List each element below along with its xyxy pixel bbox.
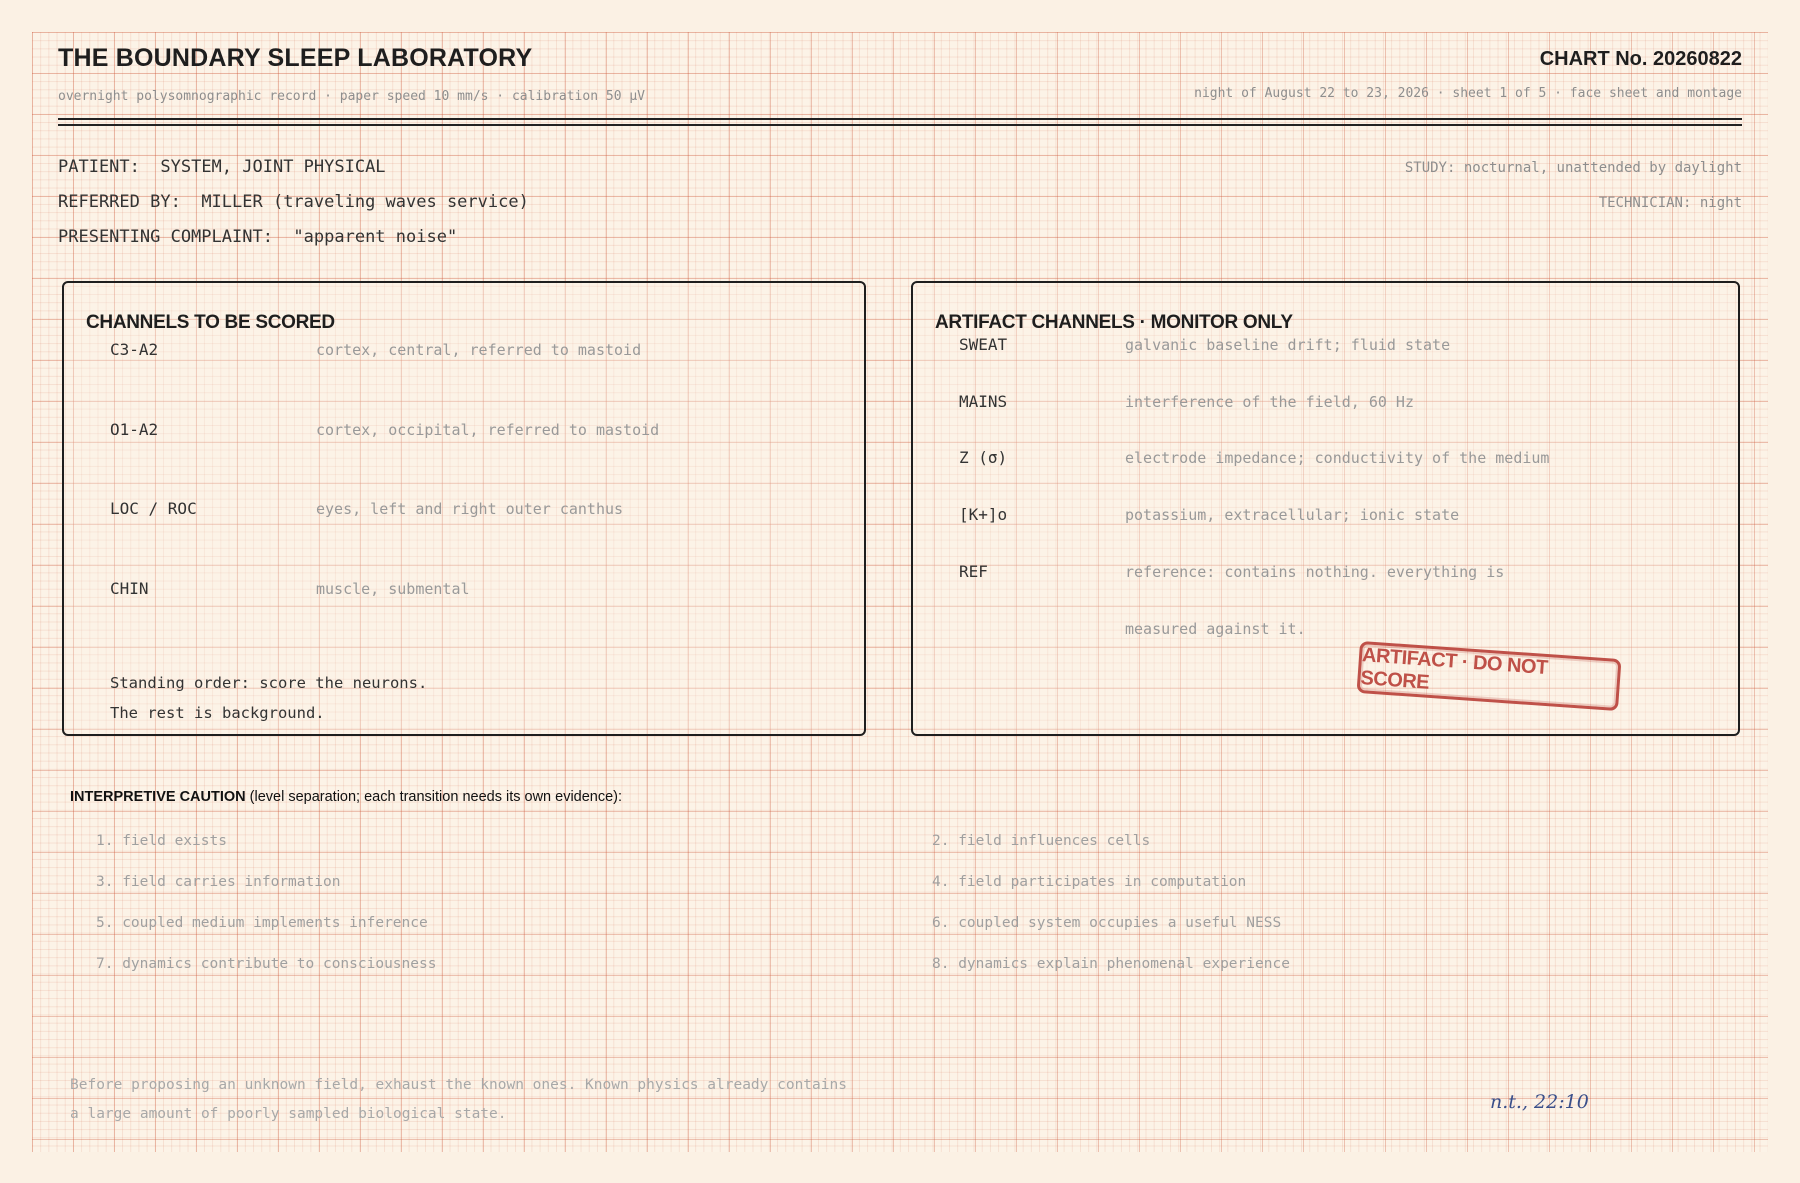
channel-desc: galvanic baseline drift; fluid state <box>1125 336 1451 354</box>
artifact-box-title: ARTIFACT CHANNELS · MONITOR ONLY <box>935 312 1293 333</box>
channel-desc-continuation: measured against it. <box>1125 620 1306 638</box>
caution-heading-bold: INTERPRETIVE CAUTION <box>70 789 246 805</box>
complaint-line: PRESENTING COMPLAINT: "apparent noise" <box>58 227 457 247</box>
complaint-label: PRESENTING COMPLAINT: <box>58 227 273 247</box>
caution-item: 5. coupled medium implements inference <box>96 915 428 931</box>
channel-desc: reference: contains nothing. everything … <box>1125 563 1505 581</box>
channel-desc: interference of the field, 60 Hz <box>1125 393 1414 411</box>
technician-info: TECHNICIAN: night <box>1598 195 1742 211</box>
scored-box-title: CHANNELS TO BE SCORED <box>86 312 335 333</box>
header-rule-top <box>58 118 1742 120</box>
channel-code: REF <box>959 562 988 581</box>
caution-item: 1. field exists <box>96 833 227 849</box>
channel-code: SWEAT <box>959 335 1008 354</box>
patient-label: PATIENT: <box>58 157 140 177</box>
referred-value: MILLER (traveling waves service) <box>201 192 529 212</box>
chart-number: CHART No. 20260822 <box>1539 48 1742 70</box>
channel-desc: muscle, submental <box>316 580 470 598</box>
scored-channels-box: CHANNELS TO BE SCORED C3-A2 cortex, cent… <box>62 281 866 736</box>
channel-code: O1-A2 <box>110 420 159 439</box>
caution-item: 3. field carries information <box>96 874 341 890</box>
caution-item: 6. coupled system occupies a useful NESS <box>932 915 1282 931</box>
caution-item: 7. dynamics contribute to consciousness <box>96 956 437 972</box>
footer-note-line: a large amount of poorly sampled biologi… <box>70 1106 507 1122</box>
channel-desc: cortex, central, referred to mastoid <box>316 341 642 359</box>
caution-heading-rest: (level separation; each transition needs… <box>245 789 623 805</box>
channel-desc: cortex, occipital, referred to mastoid <box>316 421 660 439</box>
technician-signature: n.t., 22:10 <box>1490 1091 1589 1113</box>
channel-code: LOC / ROC <box>110 499 197 518</box>
caution-item: 2. field influences cells <box>932 833 1151 849</box>
channel-desc: potassium, extracellular; ionic state <box>1125 506 1460 524</box>
record-subtitle: overnight polysomnographic record · pape… <box>58 89 645 104</box>
header-rule-bottom <box>58 124 1742 126</box>
channel-desc: electrode impedance; conductivity of the… <box>1125 449 1550 467</box>
footer-note-line: Before proposing an unknown field, exhau… <box>70 1077 847 1093</box>
channel-desc: eyes, left and right outer canthus <box>316 500 624 518</box>
referred-line: REFERRED BY: MILLER (traveling waves ser… <box>58 192 529 212</box>
caution-heading: INTERPRETIVE CAUTION (level separation; … <box>70 789 622 805</box>
study-info: STUDY: nocturnal, unattended by daylight <box>1404 160 1742 176</box>
standing-order-line: The rest is background. <box>110 704 325 722</box>
lab-title: THE BOUNDARY SLEEP LABORATORY <box>58 44 533 72</box>
patient-line: PATIENT: SYSTEM, JOINT PHYSICAL <box>58 157 386 177</box>
complaint-value: "apparent noise" <box>293 227 458 247</box>
night-subtitle: night of August 22 to 23, 2026 · sheet 1… <box>1194 86 1742 101</box>
channel-code: MAINS <box>959 392 1008 411</box>
channel-code: CHIN <box>110 579 149 598</box>
channel-code: C3-A2 <box>110 340 159 359</box>
caution-item: 8. dynamics explain phenomenal experienc… <box>932 956 1290 972</box>
caution-item: 4. field participates in computation <box>932 874 1247 890</box>
channel-code: Z (σ) <box>959 448 1008 467</box>
channel-code: [K+]o <box>959 505 1008 524</box>
standing-order-line: Standing order: score the neurons. <box>110 674 428 692</box>
patient-value: SYSTEM, JOINT PHYSICAL <box>160 157 386 177</box>
referred-label: REFERRED BY: <box>58 192 181 212</box>
